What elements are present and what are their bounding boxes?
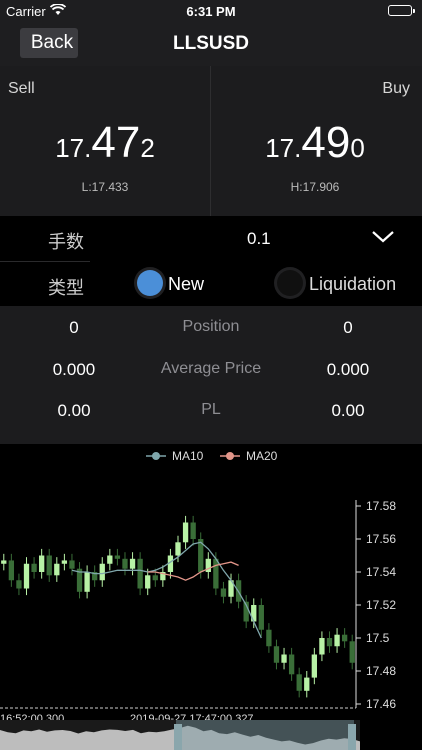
pl-left-value: 0.00 [57, 401, 91, 420]
order-panel: 手数 0.1 类型 New Liquidation [0, 216, 422, 306]
candle-body [39, 555, 45, 572]
buy-label: Buy [382, 80, 410, 97]
candle-body [107, 555, 113, 564]
position-label: Position [182, 318, 240, 335]
buy-price-suffix: 0 [350, 133, 365, 163]
average-price-row: 0.000 Average Price 0.000 [0, 360, 422, 382]
navigation-bar: Back LLSUSD [0, 22, 422, 66]
candle-body [129, 558, 136, 569]
average-price-right-value: 0.000 [326, 360, 370, 379]
candle-body [61, 560, 68, 564]
candle-body [46, 555, 52, 576]
candle-body [296, 674, 302, 691]
pl-right-value: 0.00 [331, 401, 365, 420]
candle-body [84, 572, 90, 592]
candle-body [258, 605, 264, 630]
buy-price[interactable]: 17.490 [210, 118, 420, 168]
quote-panel: Sell Buy 17.472 17.490 L:17.433 H:17.906 [0, 66, 422, 216]
radio-new[interactable] [137, 270, 163, 296]
candle-body [319, 638, 325, 655]
buy-price-prefix: 17. [265, 133, 302, 163]
candle-body [114, 555, 121, 559]
candle-body [16, 580, 22, 589]
legend-label-ma20: MA20 [246, 449, 278, 463]
sell-price-suffix: 2 [140, 133, 155, 163]
legend-label-ma10: MA10 [172, 449, 204, 463]
position-row: 0 Position 0 [0, 318, 422, 340]
candle-body [23, 563, 30, 589]
low-price: L:17.433 [81, 180, 129, 194]
candle-body [190, 522, 196, 539]
y-tick-label: 17.56 [366, 532, 396, 546]
y-tick-label: 17.5 [366, 631, 390, 645]
candle-body [1, 560, 7, 564]
y-tick-label: 17.58 [366, 499, 396, 513]
candle-body [69, 560, 75, 569]
lots-value[interactable]: 0.1 [247, 229, 271, 249]
battery-icon [388, 5, 415, 16]
candle-body [349, 641, 355, 663]
candle-body [145, 575, 151, 589]
sell-label: Sell [8, 80, 35, 97]
candle-body [281, 654, 287, 663]
status-time: 6:31 PM [186, 4, 236, 19]
candle-body [175, 542, 181, 556]
candle-body [31, 563, 37, 572]
legend-marker-ma20 [226, 452, 234, 460]
chart-svg[interactable]: MA10 MA20 17.58 17.56 17.54 17.52 17.5 17.48 17.… [0, 444, 422, 750]
radio-new-label[interactable]: New [168, 274, 204, 295]
candle-body [8, 560, 15, 581]
candle-body [182, 522, 189, 543]
y-tick-label: 17.52 [366, 598, 396, 612]
sell-price-prefix: 17. [55, 133, 92, 163]
sell-price-main: 47 [91, 118, 141, 167]
radio-liquidation-label[interactable]: Liquidation [309, 274, 396, 295]
position-left-value: 0 [69, 318, 79, 337]
average-price-label: Average Price [160, 360, 262, 377]
price-chart[interactable]: MA10 MA20 17.58 17.56 17.54 17.52 17.5 17.48 17.… [0, 444, 422, 750]
candle-body [54, 563, 60, 576]
candle-body [122, 558, 128, 569]
candle-body [341, 634, 348, 642]
candle-body [334, 634, 340, 647]
y-tick-label: 17.46 [366, 697, 396, 711]
candle-body [220, 588, 227, 597]
position-right-value: 0 [343, 318, 353, 337]
navigator-handle-left [174, 724, 182, 750]
high-price: H:17.906 [290, 180, 340, 194]
lots-label: 手数 [48, 232, 84, 252]
candle-body [213, 558, 219, 589]
candle-body [326, 638, 333, 647]
status-bar: Carrier 6:31 PM [0, 0, 422, 22]
candle-body [137, 558, 143, 589]
radio-liquidation[interactable] [277, 270, 303, 296]
navigator-window [176, 720, 354, 750]
sell-price[interactable]: 17.472 [0, 118, 210, 168]
position-panel: 0 Position 0 0.000 Average Price 0.000 0… [0, 306, 422, 444]
type-label: 类型 [48, 278, 84, 298]
candle-body [273, 646, 280, 663]
legend-marker-ma10 [152, 452, 160, 460]
row-divider [0, 261, 90, 262]
buy-price-main: 49 [301, 118, 351, 167]
candle-body [288, 654, 295, 675]
average-price-left-value: 0.000 [52, 360, 96, 379]
candle-body [99, 563, 105, 581]
y-tick-label: 17.48 [366, 664, 396, 678]
navigator-handle-right [348, 724, 356, 750]
candle-body [311, 654, 317, 678]
candle-body [304, 677, 310, 691]
y-tick-label: 17.54 [366, 565, 396, 579]
candle-body [266, 629, 272, 647]
page-title: LLSUSD [173, 33, 249, 54]
pl-label: PL [201, 401, 221, 418]
pl-row: 0.00 PL 0.00 [0, 401, 422, 423]
chevron-down-icon[interactable] [372, 230, 394, 244]
candle-body [152, 575, 158, 581]
